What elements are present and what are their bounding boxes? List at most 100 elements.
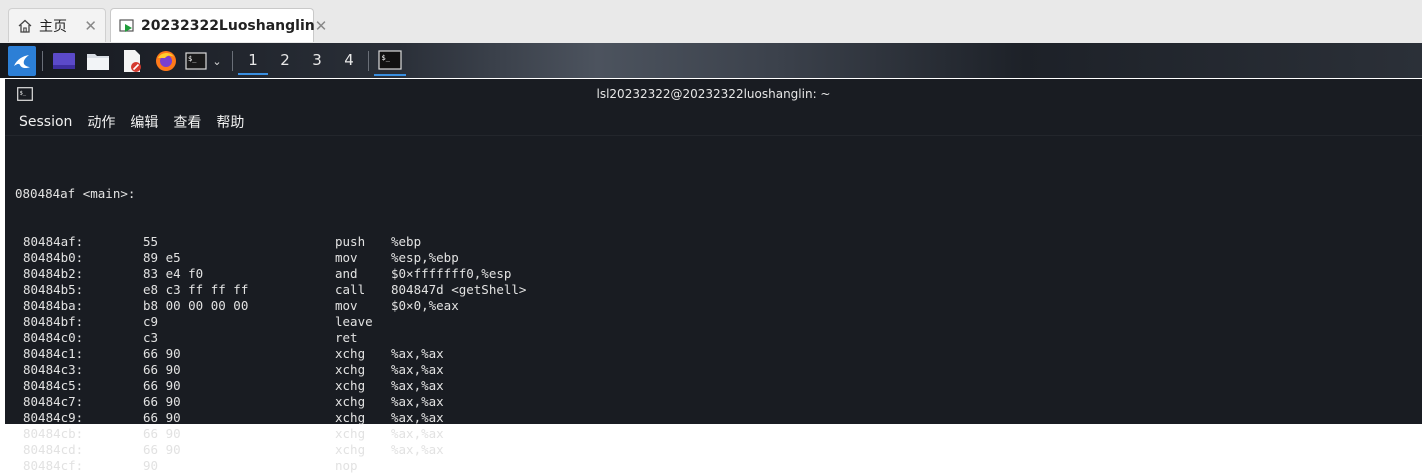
close-icon[interactable]: ✕ xyxy=(84,17,97,35)
disassembly-line: 80484af: 55 push %ebp xyxy=(15,234,421,250)
instruction-mnemonic: mov xyxy=(335,250,358,265)
instruction-mnemonic: xchg xyxy=(335,378,366,393)
terminal-window: $_ lsl20232322@20232322luoshanglin: ~ Se… xyxy=(5,79,1422,473)
browser-tab-strip: 主页 ✕ 20232322Luoshanglin ✕ xyxy=(0,0,1422,44)
instruction-bytes: 66 90 xyxy=(143,426,181,441)
instruction-operands: 804847d <getShell> xyxy=(391,282,527,297)
instruction-bytes: 90 xyxy=(143,458,159,473)
instruction-mnemonic: xchg xyxy=(335,442,366,457)
instruction-mnemonic: ret xyxy=(335,330,358,345)
instruction-address: 80484b2: xyxy=(23,266,84,281)
disassembly-line: 80484bf: c9 leave xyxy=(15,314,373,330)
instruction-bytes: 66 90 xyxy=(143,394,181,409)
disassembly-line: 80484cf: 90 nop xyxy=(15,458,358,474)
instruction-operands: %ebp xyxy=(391,234,422,249)
close-icon[interactable]: ✕ xyxy=(315,17,328,35)
menu-help[interactable]: 帮助 xyxy=(216,112,244,132)
disassembly-line: 80484c3: 66 90 xchg %ax,%ax xyxy=(15,362,444,378)
instruction-address: 80484b0: xyxy=(23,250,84,265)
terminal-output[interactable]: 080484af <main>: 80484af: 55 push %ebp 80484… xyxy=(15,154,526,474)
instruction-address: 80484c5: xyxy=(23,378,84,393)
instruction-bytes: e8 c3 ff ff ff xyxy=(143,282,249,297)
instruction-operands: $0×0,%eax xyxy=(391,298,459,313)
instruction-address: 80484c0: xyxy=(23,330,84,345)
terminal-menubar: Session 动作 编辑 查看 帮助 xyxy=(5,109,1422,136)
instruction-operands: %ax,%ax xyxy=(391,426,444,441)
instruction-address: 80484ba: xyxy=(23,298,84,313)
instruction-bytes: c9 xyxy=(143,314,159,329)
instruction-mnemonic: leave xyxy=(335,314,373,329)
terminal-title: lsl20232322@20232322luoshanglin: ~ xyxy=(596,87,831,101)
terminal-launcher-icon[interactable]: $_ xyxy=(184,48,208,74)
instruction-operands: %esp,%ebp xyxy=(391,250,459,265)
home-icon xyxy=(17,18,33,34)
instruction-bytes: 55 xyxy=(143,234,159,249)
instruction-mnemonic: xchg xyxy=(335,426,366,441)
instruction-address: 80484cd: xyxy=(23,442,84,457)
tab-vm[interactable]: 20232322Luoshanglin ✕ xyxy=(110,8,327,42)
menu-session[interactable]: Session xyxy=(19,114,72,130)
instruction-operands: %ax,%ax xyxy=(391,362,444,377)
instruction-mnemonic: call xyxy=(335,282,366,297)
terminal-titlebar: $_ lsl20232322@20232322luoshanglin: ~ xyxy=(5,79,1422,109)
instruction-mnemonic: xchg xyxy=(335,394,366,409)
workspace-4[interactable]: 4 xyxy=(334,47,364,73)
disassembly-line: 80484b0: 89 e5 mov %esp,%ebp xyxy=(15,250,459,266)
disassembly-line: 80484c0: c3 ret xyxy=(15,330,358,346)
desktop-panel: $_ ⌄ 1 2 3 4 $_ xyxy=(0,43,1422,78)
disassembly-line: 80484b2: 83 e4 f0 and $0×fffffff0,%esp xyxy=(15,266,511,282)
firefox-icon[interactable] xyxy=(152,48,180,74)
file-manager-icon[interactable] xyxy=(84,48,112,74)
disassembly-line: 80484c1: 66 90 xchg %ax,%ax xyxy=(15,346,444,362)
workspace-3[interactable]: 3 xyxy=(302,47,332,73)
instruction-bytes: 66 90 xyxy=(143,362,181,377)
disassembly-header: 080484af <main>: xyxy=(15,186,136,201)
instruction-address: 80484af: xyxy=(23,234,84,249)
instruction-bytes: 89 e5 xyxy=(143,250,181,265)
instruction-mnemonic: push xyxy=(335,234,366,249)
instruction-bytes: 83 e4 f0 xyxy=(143,266,204,281)
instruction-address: 80484c1: xyxy=(23,346,84,361)
vm-running-icon xyxy=(119,18,135,34)
instruction-operands: %ax,%ax xyxy=(391,378,444,393)
instruction-address: 80484b5: xyxy=(23,282,84,297)
instruction-bytes: 66 90 xyxy=(143,378,181,393)
svg-text:$_: $_ xyxy=(188,55,197,63)
instruction-mnemonic: mov xyxy=(335,298,358,313)
tab-home[interactable]: 主页 ✕ xyxy=(8,8,106,42)
instruction-operands: %ax,%ax xyxy=(391,442,444,457)
disassembly-line: 80484cd: 66 90 xchg %ax,%ax xyxy=(15,442,444,458)
workspace-2[interactable]: 2 xyxy=(270,47,300,73)
workspace-1[interactable]: 1 xyxy=(238,47,268,75)
instruction-bytes: 66 90 xyxy=(143,346,181,361)
instruction-operands: %ax,%ax xyxy=(391,394,444,409)
kali-menu-icon[interactable] xyxy=(8,46,36,76)
instruction-address: 80484c7: xyxy=(23,394,84,409)
instruction-mnemonic: and xyxy=(335,266,358,281)
instruction-address: 80484cf: xyxy=(23,458,84,473)
instruction-operands: %ax,%ax xyxy=(391,346,444,361)
show-desktop-icon[interactable] xyxy=(50,48,78,74)
menu-view[interactable]: 查看 xyxy=(173,112,201,132)
instruction-address: 80484c3: xyxy=(23,362,84,377)
svg-text:$_: $_ xyxy=(382,54,391,62)
instruction-mnemonic: xchg xyxy=(335,362,366,377)
menu-actions[interactable]: 动作 xyxy=(87,112,115,132)
instruction-operands: $0×fffffff0,%esp xyxy=(391,266,512,281)
instruction-bytes: b8 00 00 00 00 xyxy=(143,298,249,313)
instruction-bytes: c3 xyxy=(143,330,159,345)
menu-edit[interactable]: 编辑 xyxy=(130,112,158,132)
disassembly-line: 80484cb: 66 90 xchg %ax,%ax xyxy=(15,426,444,442)
tab-label: 20232322Luoshanglin xyxy=(141,17,315,34)
disassembly-line: 80484c5: 66 90 xchg %ax,%ax xyxy=(15,378,444,394)
instruction-mnemonic: xchg xyxy=(335,346,366,361)
text-editor-icon[interactable] xyxy=(118,48,146,74)
tab-label: 主页 xyxy=(39,18,67,35)
instruction-address: 80484bf: xyxy=(23,314,84,329)
instruction-mnemonic: nop xyxy=(335,458,358,473)
instruction-bytes: 66 90 xyxy=(143,442,181,457)
chevron-down-icon[interactable]: ⌄ xyxy=(209,48,225,74)
disassembly-line: 80484b5: e8 c3 ff ff ff call 804847d <getSh… xyxy=(15,282,526,298)
taskbar-terminal-window[interactable]: $_ xyxy=(374,46,406,76)
disassembly-line: 80484ba: b8 00 00 00 00 mov $0×0,%eax xyxy=(15,298,459,314)
